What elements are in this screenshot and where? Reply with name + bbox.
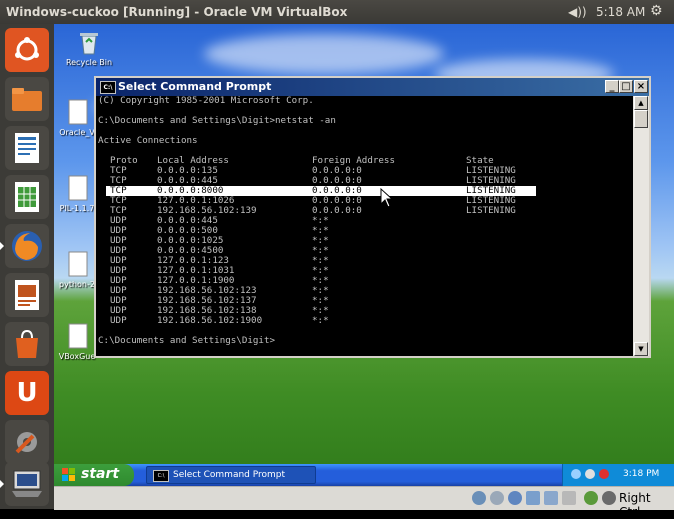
cell-proto: UDP [110,315,127,326]
installer-icon [63,322,91,350]
maximize-button[interactable]: □ [619,80,633,93]
system-tray: 3:18 PM [562,464,674,486]
close-button[interactable]: × [634,80,648,93]
panel-clock[interactable]: 5:18 AM [596,5,645,19]
network-tray-icon[interactable] [571,469,581,479]
xp-taskbar: start C:\ Select Command Prompt 3:18 PM [54,464,674,486]
cell-state: LISTENING [466,205,516,216]
firefox-icon[interactable] [0,224,49,268]
top-panel: Windows-cuckoo [Running] - Oracle VM Vir… [0,0,674,24]
mouse-integration-icon[interactable] [602,491,616,505]
security-tray-icon[interactable] [585,469,595,479]
vm-screen[interactable]: Recycle Bin Oracle_V PIL-1.1.7 python-2 … [54,24,674,486]
scroll-down-button[interactable]: ▼ [634,342,648,356]
desktop-icon-label: PIL-1.1.7 [59,204,95,213]
document-icon [63,98,91,126]
host-key-label: Right Ctrl [619,491,651,519]
shield-tray-icon[interactable] [599,469,609,479]
cell-foreign-address: *:* [312,315,329,326]
ubuntu-one-letter: U [16,378,38,408]
optical-drive-icon[interactable] [490,491,504,505]
usb-icon[interactable] [508,491,522,505]
recycle-bin-icon [75,28,103,56]
impress-presentation-icon[interactable] [5,273,49,317]
writer-document-icon[interactable] [5,126,49,170]
taskbar-item-command-prompt[interactable]: C:\ Select Command Prompt [146,466,316,484]
xp-clock[interactable]: 3:18 PM [623,469,659,479]
command-prompt-window[interactable]: C:\ Select Command Prompt _ □ × (C) Copy… [94,76,651,358]
installer-icon [63,174,91,202]
desktop-icon-label: Oracle_V [59,128,95,137]
command-line: C:\Documents and Settings\Digit>netstat … [98,115,336,126]
shared-folders-icon[interactable] [526,491,540,505]
start-label: start [81,466,120,482]
cmd-window-icon[interactable]: C:\ [100,81,116,94]
capture-icon[interactable] [584,491,598,505]
start-button[interactable]: start [54,464,134,486]
software-center-bag-icon[interactable] [5,322,49,366]
desktop-icon-label: python-2 [59,280,95,289]
minimize-button[interactable]: _ [605,80,619,93]
command-prompt-line: C:\Documents and Settings\Digit> [98,335,276,346]
hard-disk-icon[interactable] [472,491,486,505]
system-settings-icon[interactable] [5,420,49,464]
files-folder-icon[interactable] [5,77,49,121]
volume-icon[interactable]: ◀)) [568,5,587,19]
window-title: Windows-cuckoo [Running] - Oracle VM Vir… [6,5,348,19]
scroll-thumb[interactable] [634,110,648,128]
windows-flag-icon [62,468,75,481]
cmd-title-bar[interactable]: C:\ Select Command Prompt _ □ × [96,78,649,96]
calc-spreadsheet-icon[interactable] [5,175,49,219]
desktop-icon-label: VBoxGue [58,352,96,361]
desktop-icon-recycle-bin[interactable]: Recycle Bin [54,28,124,67]
network-icon[interactable] [544,491,558,505]
taskbar-item-label: Select Command Prompt [173,470,286,480]
unity-launcher: U [0,24,54,509]
virtualbox-icon[interactable] [0,462,49,506]
active-connections-heading: Active Connections [98,135,198,146]
installer-icon [63,250,91,278]
virtualbox-status-bar: Right Ctrl [54,486,674,519]
copyright-line: (C) Copyright 1985-2001 Microsoft Corp. [98,96,314,106]
cmd-vertical-scrollbar[interactable]: ▲ ▼ [633,96,649,356]
display-icon[interactable] [562,491,576,505]
running-indicator-icon [0,242,4,250]
cell-local-address: 192.168.56.102:1900 [157,315,263,326]
mouse-cursor-icon [380,188,394,208]
ubuntu-dash-icon[interactable] [5,28,49,72]
cmd-console-output[interactable]: (C) Copyright 1985-2001 Microsoft Corp. … [96,96,633,356]
running-indicator-icon [0,480,4,488]
cmd-window-title: Select Command Prompt [118,80,272,93]
cmd-taskbar-icon: C:\ [153,470,169,482]
session-gear-icon[interactable]: ⚙ [650,3,663,19]
desktop-icon-label: Recycle Bin [65,58,113,67]
scroll-up-button[interactable]: ▲ [634,96,648,110]
ubuntu-one-icon[interactable]: U [5,371,49,415]
